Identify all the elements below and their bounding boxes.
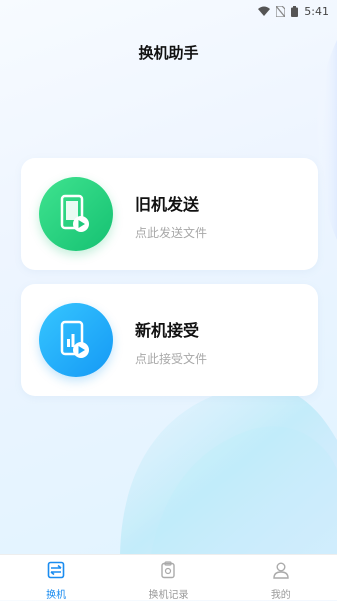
tab-transfer[interactable]: 换机 bbox=[0, 555, 112, 601]
tab-profile-label: 我的 bbox=[270, 590, 291, 601]
no-sim-icon bbox=[276, 5, 286, 17]
profile-icon bbox=[272, 561, 290, 583]
status-bar: 5:41 bbox=[0, 0, 337, 22]
transfer-icon bbox=[47, 561, 65, 583]
tab-history-label: 换机记录 bbox=[148, 590, 189, 601]
tab-profile[interactable]: 我的 bbox=[225, 555, 337, 601]
history-icon bbox=[159, 561, 177, 583]
new-phone-receive-card[interactable]: 新机接受 点此接受文件 bbox=[21, 284, 318, 396]
status-time: 5:41 bbox=[304, 4, 329, 18]
old-phone-send-card[interactable]: 旧机发送 点此发送文件 bbox=[21, 158, 318, 270]
bottom-tab-bar: 换机 换机记录 我的 bbox=[0, 554, 337, 601]
page-title: 换机助手 bbox=[138, 44, 199, 62]
old-phone-send-title: 旧机发送 bbox=[135, 195, 200, 214]
new-phone-receive-title: 新机接受 bbox=[135, 321, 200, 340]
tab-transfer-label: 换机 bbox=[46, 590, 67, 601]
phone-receive-icon bbox=[39, 303, 113, 377]
phone-send-icon bbox=[39, 177, 113, 251]
background-decoration bbox=[120, 40, 337, 560]
new-phone-receive-subtitle: 点此接受文件 bbox=[135, 352, 208, 366]
tab-history[interactable]: 换机记录 bbox=[112, 555, 224, 601]
old-phone-send-subtitle: 点此发送文件 bbox=[135, 226, 208, 240]
battery-icon bbox=[291, 5, 299, 17]
wifi-icon bbox=[258, 6, 271, 16]
